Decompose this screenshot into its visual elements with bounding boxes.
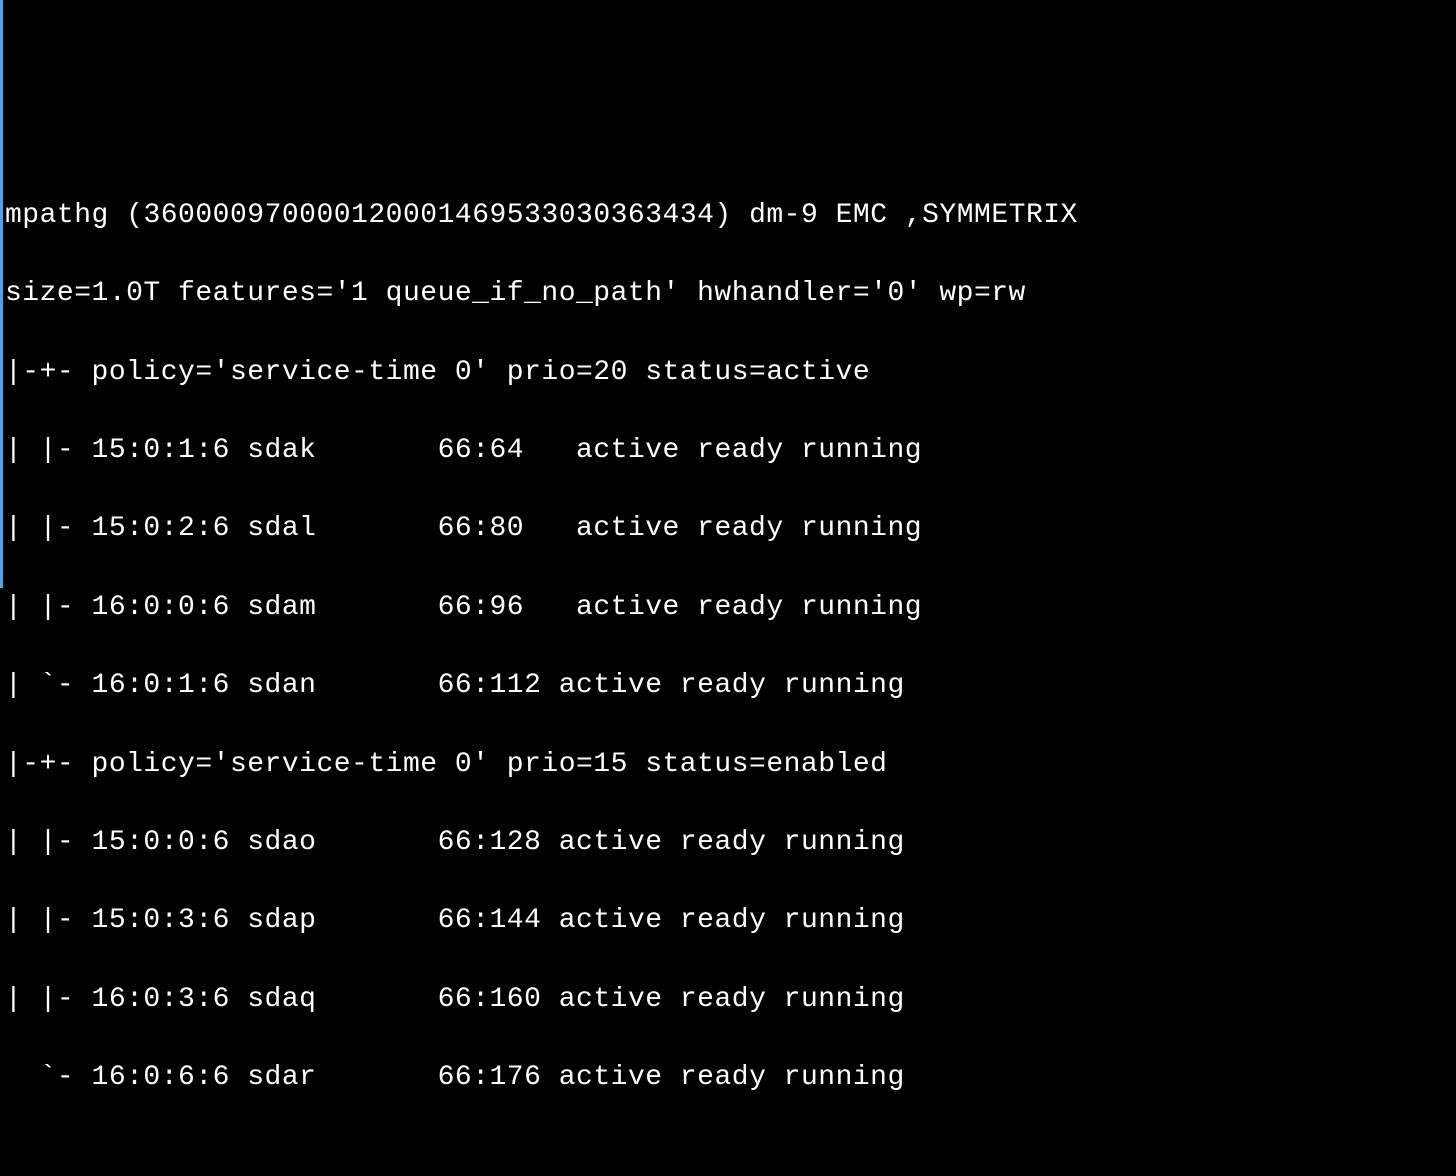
path-majmin: 66:176 (438, 1062, 542, 1093)
path-hctl: 15:0:1:6 (92, 435, 230, 466)
path-state: active ready running (559, 984, 905, 1015)
path-row: | |- 15:0:0:6 sdao 66:128 active ready r… (5, 823, 1454, 862)
mpath-vendor: EMC (836, 200, 888, 231)
tree-prefix: | |- (5, 984, 92, 1015)
mpath-product: ,SYMMETRIX (905, 200, 1078, 231)
pathgroup-policy: policy='service-time 0' prio=15 status=e… (92, 749, 888, 780)
path-hctl: 16:0:1:6 (92, 670, 230, 701)
path-hctl: 16:0:0:6 (92, 592, 230, 623)
path-row: | |- 15:0:3:6 sdap 66:144 active ready r… (5, 901, 1454, 940)
path-hctl: 16:0:3:6 (92, 984, 230, 1015)
path-dev: sdao (247, 827, 316, 858)
path-row: | `- 16:0:1:6 sdan 66:112 active ready r… (5, 666, 1454, 705)
path-state: active ready running (576, 435, 922, 466)
terminal-output: mpathg (36000097000012000146953303036343… (3, 157, 1456, 1137)
mpath-dm: dm-9 (749, 200, 818, 231)
pathgroup-header: |-+- policy='service-time 0' prio=15 sta… (5, 745, 1454, 784)
path-dev: sdap (247, 905, 316, 936)
path-hctl: 15:0:0:6 (92, 827, 230, 858)
tree-prefix: | |- (5, 905, 92, 936)
path-state: active ready running (559, 1062, 905, 1093)
path-hctl: 15:0:3:6 (92, 905, 230, 936)
path-majmin: 66:160 (438, 984, 542, 1015)
pathgroup-header: |-+- policy='service-time 0' prio=20 sta… (5, 353, 1454, 392)
path-dev: sdak (247, 435, 316, 466)
path-majmin: 66:128 (438, 827, 542, 858)
tree-prefix: |-+- (5, 749, 92, 780)
path-row: | |- 16:0:0:6 sdam 66:96 active ready ru… (5, 588, 1454, 627)
path-state: active ready running (559, 827, 905, 858)
path-majmin: 66:80 (438, 513, 542, 544)
path-hctl: 16:0:6:6 (92, 1062, 230, 1093)
path-dev: sdan (247, 670, 316, 701)
path-row: | |- 16:0:3:6 sdaq 66:160 active ready r… (5, 980, 1454, 1019)
tree-prefix: | |- (5, 592, 92, 623)
path-dev: sdar (247, 1062, 316, 1093)
path-state: active ready running (559, 670, 905, 701)
path-row: | |- 15:0:2:6 sdal 66:80 active ready ru… (5, 509, 1454, 548)
multipath-header: mpathg (36000097000012000146953303036343… (5, 196, 1454, 235)
path-majmin: 66:112 (438, 670, 542, 701)
multipath-info: size=1.0T features='1 queue_if_no_path' … (5, 274, 1454, 313)
path-hctl: 15:0:2:6 (92, 513, 230, 544)
mpath-name: mpathg (5, 200, 109, 231)
mpath-wwid: (360000970000120001469533030363434) (126, 200, 732, 231)
path-majmin: 66:144 (438, 905, 542, 936)
path-state: active ready running (576, 513, 922, 544)
path-majmin: 66:96 (438, 592, 542, 623)
tree-prefix: | |- (5, 827, 92, 858)
tree-prefix: | |- (5, 513, 92, 544)
path-dev: sdaq (247, 984, 316, 1015)
path-state: active ready running (559, 905, 905, 936)
path-majmin: 66:64 (438, 435, 542, 466)
tree-prefix: | `- (5, 670, 92, 701)
path-row: | |- 15:0:1:6 sdak 66:64 active ready ru… (5, 431, 1454, 470)
tree-prefix: |-+- (5, 357, 92, 388)
path-state: active ready running (576, 592, 922, 623)
path-dev: sdal (247, 513, 316, 544)
path-row: `- 16:0:6:6 sdar 66:176 active ready run… (5, 1058, 1454, 1097)
pathgroup-policy: policy='service-time 0' prio=20 status=a… (92, 357, 871, 388)
tree-prefix: | |- (5, 435, 92, 466)
path-dev: sdam (247, 592, 316, 623)
tree-prefix: `- (5, 1062, 92, 1093)
